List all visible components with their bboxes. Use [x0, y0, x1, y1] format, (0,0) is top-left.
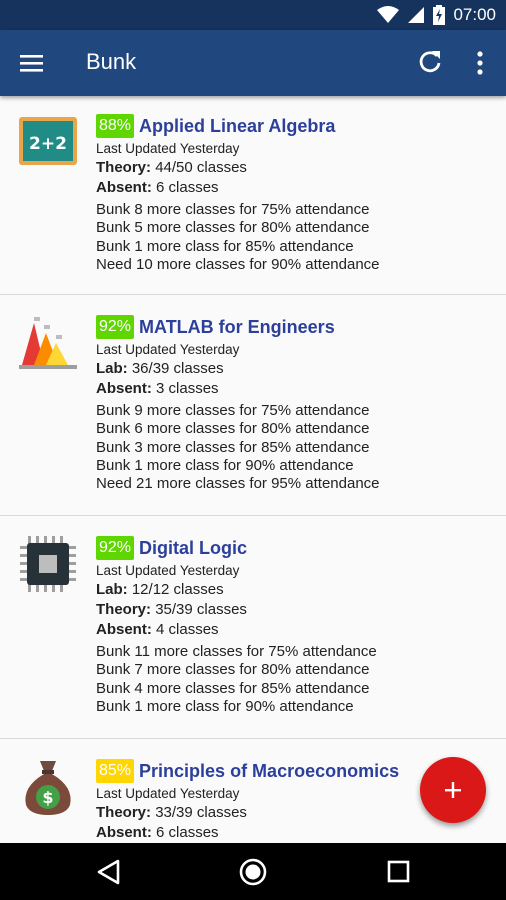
last-updated: Last Updated Yesterday: [96, 140, 496, 158]
attendance-percent-badge: 92%: [96, 315, 135, 339]
refresh-icon[interactable]: [416, 48, 444, 76]
bunk-line: Need 21 more classes for 95% attendance: [96, 475, 380, 493]
bunk-line: Need 10 more classes for 90% attendance: [96, 255, 380, 273]
add-subject-button[interactable]: [420, 757, 486, 823]
subject-title[interactable]: Digital Logic: [139, 538, 247, 559]
last-updated-label: Last Updated: [96, 342, 177, 357]
chalkboard-icon: 2+2: [19, 117, 77, 165]
last-updated-value: Yesterday: [179, 342, 240, 357]
lab-value: 12/12 classes: [131, 581, 224, 598]
absent-row: Absent: 3 classes: [96, 379, 496, 399]
last-updated: Last Updated Yesterday: [96, 562, 496, 580]
absent-value: 4 classes: [156, 621, 219, 638]
theory-label: Theory:: [96, 601, 152, 618]
subject-card[interactable]: 92% MATLAB for Engineers Last Updated Ye…: [0, 295, 506, 516]
card-header: 88% Applied Linear Algebra: [96, 113, 496, 139]
theory-row: Theory: 35/39 classes: [96, 600, 496, 620]
app-title: Bunk: [86, 49, 137, 74]
more-vert-icon[interactable]: [468, 48, 492, 78]
absent-label: Absent:: [96, 621, 152, 638]
last-updated-label: Last Updated: [96, 141, 177, 156]
attendance-percent-badge: 88%: [96, 114, 135, 138]
subject-title[interactable]: MATLAB for Engineers: [139, 317, 335, 338]
theory-value: 44/50 classes: [155, 159, 247, 176]
bunk-list: Bunk 8 more classes for 75% attendance B…: [96, 201, 496, 274]
theory-label: Theory:: [96, 159, 152, 176]
back-icon[interactable]: [93, 857, 123, 887]
status-time: 07:00: [453, 5, 496, 24]
subject-card[interactable]: 2+2 88% Applied Linear Algebra Last Upda…: [0, 96, 506, 295]
subject-title[interactable]: Applied Linear Algebra: [139, 116, 335, 137]
bunk-line: Bunk 1 more class for 90% attendance: [96, 697, 354, 715]
card-content: 92% MATLAB for Engineers Last Updated Ye…: [96, 314, 496, 493]
card-header: 92% MATLAB for Engineers: [96, 314, 496, 340]
matlab-icon: [19, 317, 77, 369]
absent-label: Absent:: [96, 824, 152, 841]
absent-row: Absent: 6 classes: [96, 178, 496, 198]
bunk-line: Bunk 1 more class for 90% attendance: [96, 456, 354, 474]
absent-label: Absent:: [96, 380, 152, 397]
lab-value: 36/39 classes: [131, 360, 224, 377]
card-header: 92% Digital Logic: [96, 535, 496, 561]
recents-icon[interactable]: [384, 857, 414, 887]
absent-row: Absent: 4 classes: [96, 620, 496, 640]
status-bar: 07:00: [0, 0, 506, 30]
bunk-line: Bunk 7 more classes for 80% attendance: [96, 661, 370, 679]
bunk-line: Bunk 11 more classes for 75% attendance: [96, 643, 377, 660]
bunk-line: Bunk 5 more classes for 80% attendance: [96, 219, 370, 237]
card-content: 92% Digital Logic Last Updated Yesterday…: [96, 535, 496, 716]
absent-value: 6 classes: [156, 824, 219, 841]
lab-label: Lab:: [96, 360, 128, 377]
bunk-line: Bunk 3 more classes for 85% attendance: [96, 438, 370, 456]
absent-label: Absent:: [96, 179, 152, 196]
attendance-percent-badge: 92%: [96, 536, 135, 560]
theory-value: 35/39 classes: [155, 601, 247, 618]
attendance-percent-badge: 85%: [96, 759, 135, 783]
app-bar: Bunk: [0, 30, 506, 96]
bunk-line: Bunk 4 more classes for 85% attendance: [96, 679, 370, 697]
status-icons: 07:00: [377, 5, 496, 25]
bunk-line: Bunk 6 more classes for 80% attendance: [96, 420, 370, 438]
last-updated-label: Last Updated: [96, 563, 177, 578]
lab-row: Lab: 12/12 classes: [96, 580, 496, 600]
absent-value: 6 classes: [156, 179, 219, 196]
absent-value: 3 classes: [156, 380, 219, 397]
theory-value: 33/39 classes: [155, 804, 247, 821]
bunk-list: Bunk 11 more classes for 75% attendance …: [96, 643, 496, 716]
menu-icon[interactable]: [18, 50, 46, 76]
home-icon[interactable]: [238, 857, 268, 887]
bunk-line: Bunk 1 more class for 85% attendance: [96, 237, 354, 255]
signal-icon: [408, 7, 425, 23]
lab-row: Lab: 36/39 classes: [96, 359, 496, 379]
subject-title[interactable]: Principles of Macroeconomics: [139, 761, 399, 782]
navigation-bar: [0, 843, 506, 900]
bunk-line: Bunk 9 more classes for 75% attendance: [96, 402, 370, 419]
bunk-list: Bunk 9 more classes for 75% attendance B…: [96, 402, 496, 493]
last-updated: Last Updated Yesterday: [96, 341, 496, 359]
last-updated-value: Yesterday: [179, 141, 240, 156]
absent-row: Absent: 6 classes: [96, 823, 496, 843]
last-updated-value: Yesterday: [179, 563, 240, 578]
battery-charging-icon: [433, 5, 446, 25]
subject-list[interactable]: 2+2 88% Applied Linear Algebra Last Upda…: [0, 96, 506, 843]
theory-label: Theory:: [96, 804, 152, 821]
last-updated-value: Yesterday: [179, 786, 240, 801]
bunk-line: Bunk 8 more classes for 75% attendance: [96, 201, 370, 218]
last-updated-label: Last Updated: [96, 786, 177, 801]
subject-card[interactable]: 92% Digital Logic Last Updated Yesterday…: [0, 516, 506, 739]
svg-text:2+2: 2+2: [29, 134, 67, 154]
card-content: 88% Applied Linear Algebra Last Updated …: [96, 113, 496, 274]
lab-label: Lab:: [96, 581, 128, 598]
svg-text:$: $: [42, 788, 53, 807]
wifi-icon: [377, 6, 400, 23]
chip-icon: [20, 536, 76, 592]
theory-row: Theory: 44/50 classes: [96, 158, 496, 178]
money-bag-icon: $: [25, 761, 71, 815]
